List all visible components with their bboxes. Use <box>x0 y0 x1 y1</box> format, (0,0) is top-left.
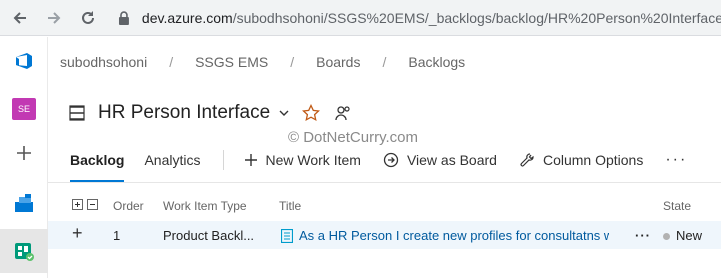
new-work-item-button[interactable]: New Work Item <box>244 152 361 168</box>
row-order: 1 <box>113 228 121 243</box>
url-host: dev.azure.com <box>141 10 233 26</box>
team-members-icon[interactable] <box>334 104 352 122</box>
more-actions-icon[interactable]: ··· <box>665 151 687 169</box>
chevron-down-icon[interactable] <box>278 107 290 119</box>
row-title-link[interactable]: As a HR Person I create new profiles for… <box>281 228 609 243</box>
address-bar[interactable]: dev.azure.com/subodhsohoni/SSGS%20EMS/_b… <box>104 4 721 32</box>
column-header-state[interactable]: State <box>663 199 691 213</box>
browser-toolbar: dev.azure.com/subodhsohoni/SSGS%20EMS/_b… <box>0 0 721 36</box>
add-child-icon[interactable]: + <box>72 223 83 244</box>
wrench-icon <box>520 153 534 167</box>
left-rail: SE <box>0 37 48 278</box>
column-header-type[interactable]: Work Item Type <box>163 199 247 213</box>
tab-analytics[interactable]: Analytics <box>144 152 200 168</box>
back-arrow-icon[interactable] <box>8 6 32 30</box>
backlog-header: HR Person Interface <box>68 102 352 124</box>
grid-header: Order Work Item Type Title State <box>48 192 721 218</box>
breadcrumb: subodhsohoni / SSGS EMS / Boards / Backl… <box>60 54 465 70</box>
column-header-title[interactable]: Title <box>279 199 301 213</box>
row-state: New <box>663 228 702 243</box>
column-header-order[interactable]: Order <box>113 199 144 213</box>
user-story-icon <box>281 228 293 243</box>
add-icon[interactable] <box>0 131 48 175</box>
tab-backlog[interactable]: Backlog <box>70 152 125 182</box>
breadcrumb-org[interactable]: subodhsohoni <box>60 54 147 70</box>
breadcrumb-project[interactable]: SSGS EMS <box>195 54 268 70</box>
breadcrumb-backlogs[interactable]: Backlogs <box>408 54 465 70</box>
breadcrumb-boards[interactable]: Boards <box>316 54 360 70</box>
backlog-list-icon <box>69 105 85 121</box>
arrow-circle-icon <box>383 152 399 168</box>
row-title-text: As a HR Person I create new profiles for… <box>299 228 609 243</box>
row-work-item-type: Product Backl... <box>163 228 255 243</box>
expand-collapse-controls <box>72 199 102 213</box>
url-path: /subodhsohoni/SSGS%20EMS/_backlogs/backl… <box>232 10 721 26</box>
column-options-button[interactable]: Column Options <box>519 152 643 168</box>
favorite-star-icon[interactable] <box>302 104 321 122</box>
breadcrumb-separator: / <box>382 54 387 70</box>
view-as-board-label: View as Board <box>406 152 497 168</box>
url-text: dev.azure.com/subodhsohoni/SSGS%20EMS/_b… <box>142 10 721 26</box>
page-title[interactable]: HR Person Interface <box>98 102 270 124</box>
breadcrumb-separator: / <box>169 54 174 70</box>
reload-icon[interactable] <box>76 6 100 30</box>
breadcrumb-separator: / <box>290 54 295 70</box>
row-more-actions-icon[interactable]: ··· <box>635 228 651 243</box>
state-dot-icon <box>663 233 670 241</box>
view-as-board-button[interactable]: View as Board <box>383 152 497 168</box>
toolbar-divider-line <box>48 182 721 183</box>
watermark: © DotNetCurry.com <box>288 129 418 146</box>
expand-all-icon[interactable] <box>72 199 83 210</box>
new-work-item-label: New Work Item <box>265 152 361 168</box>
collapse-all-icon[interactable] <box>87 199 98 210</box>
forward-arrow-icon[interactable] <box>42 6 66 30</box>
project-badge[interactable]: SE <box>0 87 48 131</box>
overview-icon[interactable] <box>0 181 48 225</box>
azure-devops-logo-icon[interactable] <box>0 39 48 83</box>
column-options-label: Column Options <box>542 152 644 168</box>
toolbar-divider <box>222 150 224 170</box>
boards-icon[interactable] <box>0 229 48 273</box>
backlog-toolbar: Backlog Analytics New Work Item View as … <box>70 150 687 182</box>
plus-icon <box>244 154 257 166</box>
lock-icon <box>118 11 129 25</box>
row-state-label: New <box>676 228 703 243</box>
table-row[interactable]: + 1 Product Backl... As a HR Person I cr… <box>48 221 721 249</box>
project-badge-label: SE <box>12 98 36 120</box>
